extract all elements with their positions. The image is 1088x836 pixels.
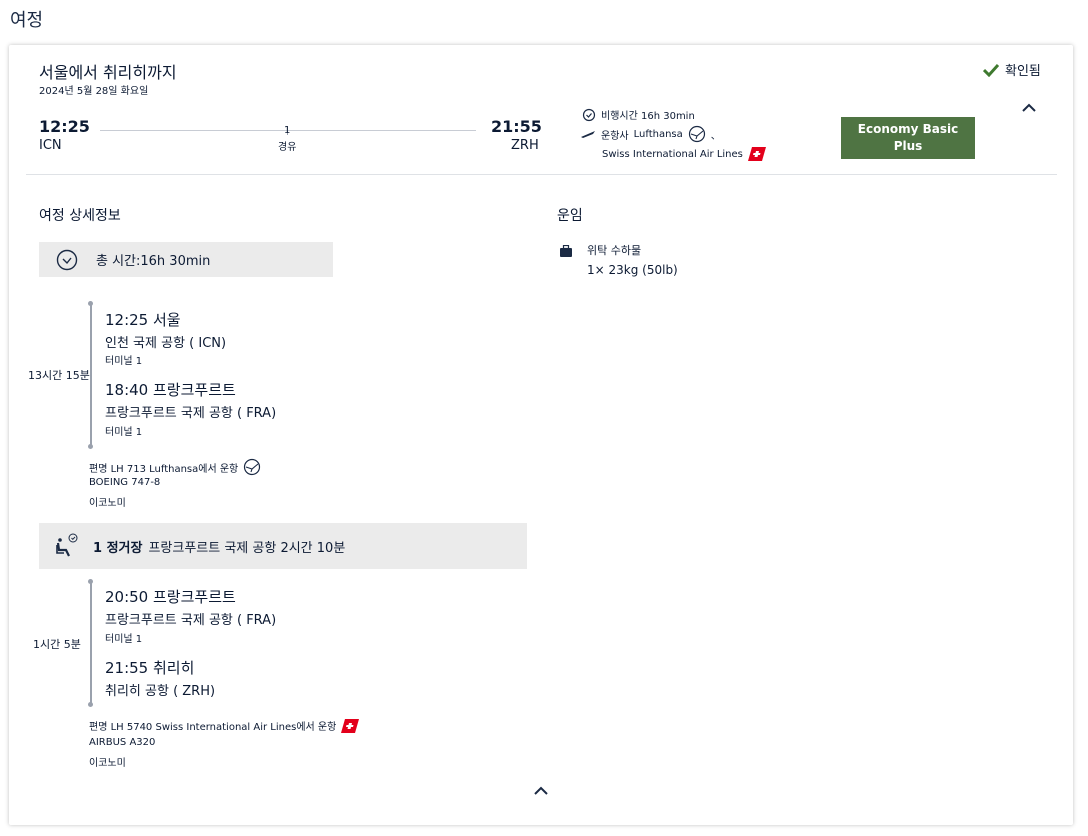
- swiss-logo-icon: [747, 147, 766, 161]
- route-title: 서울에서 취리히까지: [39, 63, 177, 82]
- arrival-time: 21:55: [491, 117, 542, 136]
- chevron-up-icon: [534, 786, 548, 795]
- segment-1-departure-terminal: 터미널 1: [105, 356, 143, 367]
- segment-2-cabin: 이코노미: [89, 758, 126, 769]
- swiss-logo-icon: [341, 718, 360, 733]
- segment-2-departure-airport: 프랑크푸르트 국제 공항 ( FRA): [105, 613, 277, 628]
- details-heading: 여정 상세정보: [39, 208, 121, 224]
- departure-time: 12:25: [39, 117, 90, 136]
- lufthansa-logo-icon: [244, 458, 261, 476]
- segment-1-departure-airport: 인천 국제 공항 ( ICN): [105, 336, 227, 351]
- segment-1-arrival-airport: 프랑크푸르트 국제 공항 ( FRA): [105, 406, 277, 421]
- segment-1-departure: 12:25 서울: [105, 311, 181, 329]
- operator-2-row: Swiss International Air Lines: [602, 147, 766, 161]
- operators-row: 운항사 Lufthansa 、: [580, 125, 721, 143]
- clock-icon: [56, 249, 78, 270]
- page-title: 여정: [10, 10, 44, 31]
- operator-2: Swiss International Air Lines: [602, 148, 743, 160]
- total-time-box: 총 시간:16h 30min: [39, 242, 333, 277]
- stops-count: 1: [284, 125, 291, 136]
- baggage-label: 위탁 수하물: [587, 244, 642, 257]
- operator-prefix: 운항사: [601, 130, 629, 142]
- status-text: 확인됨: [1005, 64, 1041, 79]
- segment-2-flight: 편명 LH 5740 Swiss International Air Lines…: [89, 718, 360, 733]
- segment-2-line: [89, 582, 92, 704]
- summary-divider: [26, 174, 1057, 175]
- departure-code: ICN: [39, 138, 62, 153]
- cabin-line-2: Plus: [893, 139, 923, 153]
- collapse-details-button[interactable]: [533, 782, 549, 801]
- status-badge: 확인됨: [983, 60, 1041, 79]
- clock-icon: [582, 108, 596, 121]
- segment-1-cabin: 이코노미: [89, 498, 126, 509]
- stops-label: 경유: [278, 142, 297, 153]
- operator-1: Lufthansa: [633, 128, 683, 140]
- layover-count: 1 정거장: [93, 540, 143, 556]
- lufthansa-logo-icon: [688, 125, 705, 143]
- cabin-class-badge: Economy Basic Plus: [841, 117, 975, 159]
- segment-1-flight: 편명 LH 713 Lufthansa에서 운항: [89, 458, 261, 476]
- suitcase-icon: [560, 245, 572, 257]
- operator-separator: 、: [710, 130, 721, 142]
- arrival-code: ZRH: [511, 138, 539, 153]
- segment-1-aircraft: BOEING 747-8: [89, 477, 161, 488]
- check-icon: [983, 63, 999, 77]
- segment-2-departure: 20:50 프랑크푸르트: [105, 588, 236, 606]
- flight-time-row: 비행시간 16h 30min: [582, 107, 695, 122]
- segment-1-arrival-terminal: 터미널 1: [105, 427, 143, 438]
- segment-2-aircraft: AIRBUS A320: [89, 737, 156, 748]
- segment-1-flight-text: 편명 LH 713 Lufthansa에서 운항: [89, 463, 239, 475]
- segment-2-end-dot: [88, 702, 93, 707]
- segment-2-arrival: 21:55 취리히: [105, 659, 195, 677]
- itinerary-card: [9, 45, 1073, 825]
- segment-1-end-dot: [88, 444, 93, 449]
- segment-2-flight-text: 편명 LH 5740 Swiss International Air Lines…: [89, 722, 337, 733]
- cabin-line-1: Economy Basic: [857, 122, 959, 136]
- layover-text: 프랑크푸르트 국제 공항 2시간 10분: [148, 540, 346, 556]
- total-time: 총 시간:16h 30min: [96, 254, 211, 269]
- fare-heading: 운임: [557, 208, 583, 224]
- segment-1-arrival: 18:40 프랑크푸르트: [105, 381, 236, 399]
- collapse-summary-button[interactable]: [1021, 99, 1037, 118]
- segment-2-departure-terminal: 터미널 1: [105, 634, 143, 645]
- route-date: 2024년 5월 28일 화요일: [39, 86, 149, 97]
- segment-1-duration: 13시간 15분: [28, 369, 90, 382]
- seat-clock-icon: [56, 533, 78, 557]
- baggage-value: 1× 23kg (50lb): [587, 263, 678, 277]
- layover-box: 1 정거장 프랑크푸르트 국제 공항 2시간 10분: [39, 523, 527, 569]
- plane-icon: [581, 131, 595, 138]
- chevron-up-icon: [1022, 103, 1036, 112]
- flight-time: 비행시간 16h 30min: [601, 111, 695, 122]
- segment-2-duration: 1시간 5분: [33, 638, 81, 651]
- segment-2-arrival-airport: 취리히 공항 ( ZRH): [105, 684, 216, 699]
